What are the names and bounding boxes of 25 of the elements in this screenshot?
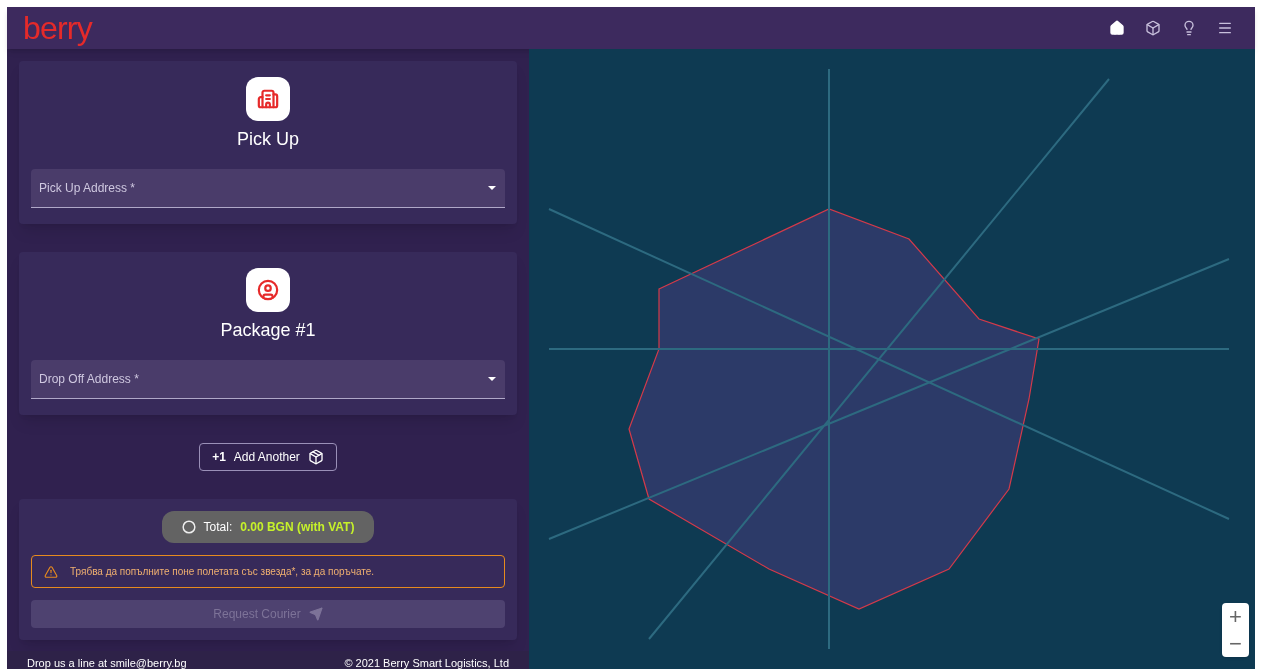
address-dropdown[interactable]: Pick Up Address * — [31, 169, 505, 208]
user-icon — [246, 268, 290, 312]
zoom-in-button[interactable]: + — [1222, 603, 1249, 630]
field-placeholder: Pick Up Address * — [39, 180, 136, 197]
warning-icon — [44, 564, 58, 579]
total-value: 0.00 BGN (with VAT) — [240, 519, 355, 536]
contact-text: Drop us a line at smile@berry.bg — [27, 658, 187, 669]
zoom-out-button[interactable]: − — [1222, 630, 1249, 657]
section-title: Package #1 — [220, 319, 316, 342]
box-icon — [307, 449, 324, 465]
building-icon — [246, 77, 290, 121]
copyright-text: © 2021 Berry Smart Logistics, Ltd — [344, 658, 509, 669]
plus-one-label: +1 — [212, 449, 226, 466]
box-icon[interactable] — [1143, 18, 1163, 38]
section-title: Pick Up — [237, 128, 299, 151]
caret-icon — [487, 185, 497, 191]
spinner-icon — [181, 520, 196, 534]
home-icon[interactable] — [1107, 18, 1127, 38]
total-label: Total: — [203, 519, 233, 536]
send-icon — [308, 607, 323, 621]
warning-text: Трябва да попълните поне полетата със звезда*, за да поръчате. — [70, 565, 375, 579]
caret-icon — [487, 376, 497, 382]
address-dropdown[interactable]: Drop Off Address * — [31, 360, 505, 399]
add-another-button[interactable]: +1 Add Another — [199, 443, 337, 471]
field-placeholder: Drop Off Address * — [39, 371, 139, 388]
